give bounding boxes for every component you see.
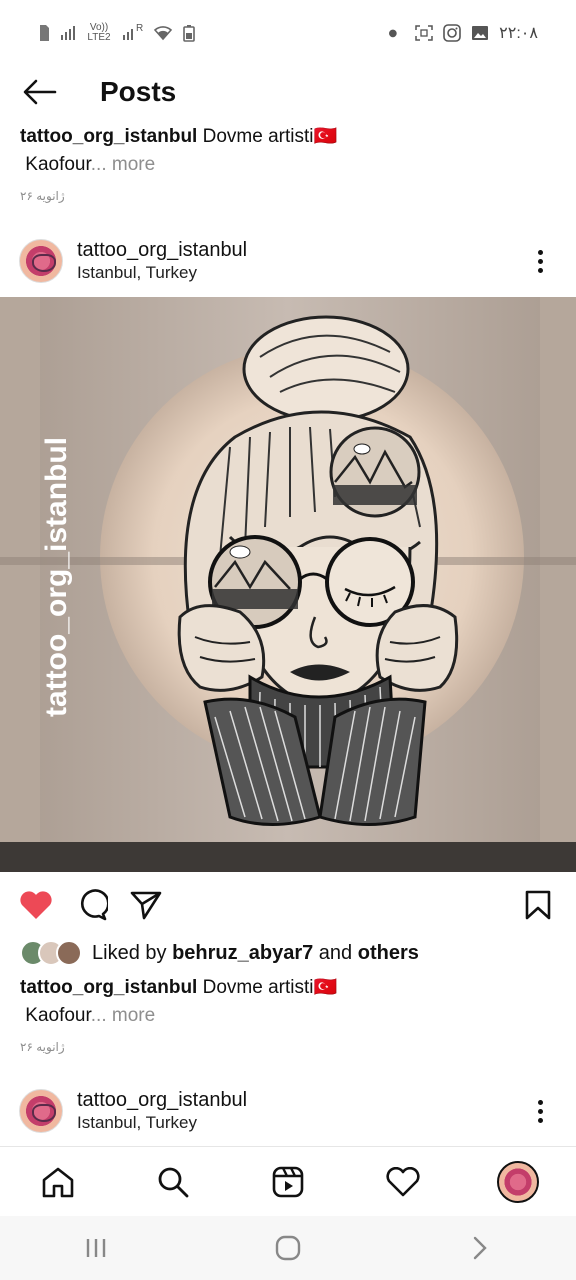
top-bar: Posts (0, 66, 576, 118)
liker-avatars (20, 940, 82, 966)
system-home-button[interactable] (258, 1223, 318, 1273)
caption-text: Dovme artisti (202, 126, 314, 147)
next-post-header: tattoo_org_istanbul Istanbul, Turkey (0, 1081, 576, 1141)
nav-home-button[interactable] (33, 1157, 83, 1207)
back-arrow-icon (23, 79, 57, 105)
comment-button[interactable] (72, 885, 112, 925)
notification-dot-icon: ● (388, 27, 398, 39)
dot-icon (537, 1108, 543, 1114)
avatar[interactable] (19, 239, 63, 283)
turkey-flag-icon: 🇹🇷 (313, 977, 338, 998)
liked-by-join: and (318, 941, 353, 964)
status-bar: Vo)) LTE2 R ● ۲۲:۰۸ (0, 0, 576, 66)
nav-activity-button[interactable] (378, 1157, 428, 1207)
previous-post-date: ۲۶ ژانویه (20, 189, 65, 203)
liked-by-user[interactable]: behruz_abyar7 (172, 942, 313, 965)
share-button[interactable] (126, 885, 166, 925)
system-back-button[interactable] (450, 1223, 510, 1273)
profile-avatar (497, 1160, 540, 1203)
bottom-navigation (0, 1146, 576, 1216)
like-button[interactable] (16, 885, 56, 925)
signal-icon (61, 26, 75, 40)
activity-heart-icon (386, 1166, 420, 1196)
caption-more-link[interactable]: ... more (91, 154, 155, 175)
sim-card-icon (40, 25, 49, 41)
turkey-flag-icon: 🇹🇷 (313, 126, 338, 147)
battery-saver-icon (183, 25, 196, 42)
post-actions (0, 880, 576, 930)
dot-icon (537, 267, 543, 273)
network-label: Vo)) LTE2 (87, 22, 111, 43)
clock: ۲۲:۰۸ (499, 25, 538, 42)
save-button[interactable] (518, 885, 558, 925)
post-header-text: tattoo_org_istanbul Istanbul, Turkey (77, 238, 520, 284)
back-button[interactable] (0, 66, 80, 118)
tattoo-illustration (0, 297, 576, 872)
dot-icon (537, 1117, 543, 1123)
post-image[interactable]: tattoo_org_istanbul (0, 297, 576, 872)
post-caption: tattoo_org_istanbul Dovme artisti🇹🇷 Kaof… (20, 974, 560, 1030)
post-location[interactable]: Istanbul, Turkey (77, 1112, 520, 1134)
dot-icon (537, 258, 543, 264)
caption-username[interactable]: tattoo_org_istanbul (20, 126, 197, 147)
caption-second-line: Kaofour (25, 1005, 91, 1026)
home-circle-icon (275, 1235, 301, 1261)
post-date: ۲۶ ژانویه (20, 1040, 65, 1054)
signal-icon-2 (123, 29, 133, 40)
heart-filled-icon (20, 891, 52, 919)
caption-username[interactable]: tattoo_org_istanbul (20, 977, 197, 998)
avatar (56, 940, 82, 966)
screenshot-icon (415, 25, 433, 41)
chevron-right-icon (473, 1236, 487, 1260)
page-title: Posts (100, 76, 177, 107)
post-location[interactable]: Istanbul, Turkey (77, 262, 520, 284)
dot-icon (537, 1099, 543, 1105)
previous-post-caption: tattoo_org_istanbul Dovme artisti🇹🇷 Kaof… (20, 123, 560, 179)
bookmark-icon (525, 890, 551, 920)
home-icon (42, 1167, 73, 1197)
reels-icon (272, 1166, 304, 1197)
roaming-badge: R (136, 23, 144, 34)
liked-by-others[interactable]: others (358, 942, 419, 965)
post-header-text: tattoo_org_istanbul Istanbul, Turkey (77, 1088, 520, 1134)
liked-by-prefix: Liked by (92, 941, 167, 964)
caption-text: Dovme artisti (202, 977, 314, 998)
post-username[interactable]: tattoo_org_istanbul (77, 1088, 520, 1112)
recent-apps-icon (86, 1239, 106, 1257)
liked-by-row[interactable]: Liked by behruz_abyar7 and others (20, 936, 419, 970)
recent-apps-button[interactable] (66, 1223, 126, 1273)
post-header: tattoo_org_istanbul Istanbul, Turkey (0, 231, 576, 291)
nav-profile-button[interactable] (493, 1157, 543, 1207)
more-options-button[interactable] (520, 1091, 560, 1131)
caption-more-link[interactable]: ... more (91, 1005, 155, 1026)
more-options-button[interactable] (520, 241, 560, 281)
comment-icon (80, 889, 108, 921)
image-watermark: tattoo_org_istanbul (40, 436, 73, 717)
wifi-icon (154, 26, 173, 41)
status-left: Vo)) LTE2 R (38, 22, 196, 43)
nav-search-button[interactable] (148, 1157, 198, 1207)
status-right: ● ۲۲:۰۸ (388, 23, 538, 43)
search-icon (158, 1167, 189, 1197)
post-username[interactable]: tattoo_org_istanbul (77, 238, 520, 262)
gallery-notification-icon (472, 26, 489, 40)
send-icon (130, 891, 162, 920)
nav-reels-button[interactable] (263, 1157, 313, 1207)
caption-second-line: Kaofour (25, 154, 91, 175)
instagram-notification-icon (443, 24, 461, 42)
system-navigation-bar (0, 1216, 576, 1280)
avatar[interactable] (19, 1089, 63, 1133)
dot-icon (537, 249, 543, 255)
